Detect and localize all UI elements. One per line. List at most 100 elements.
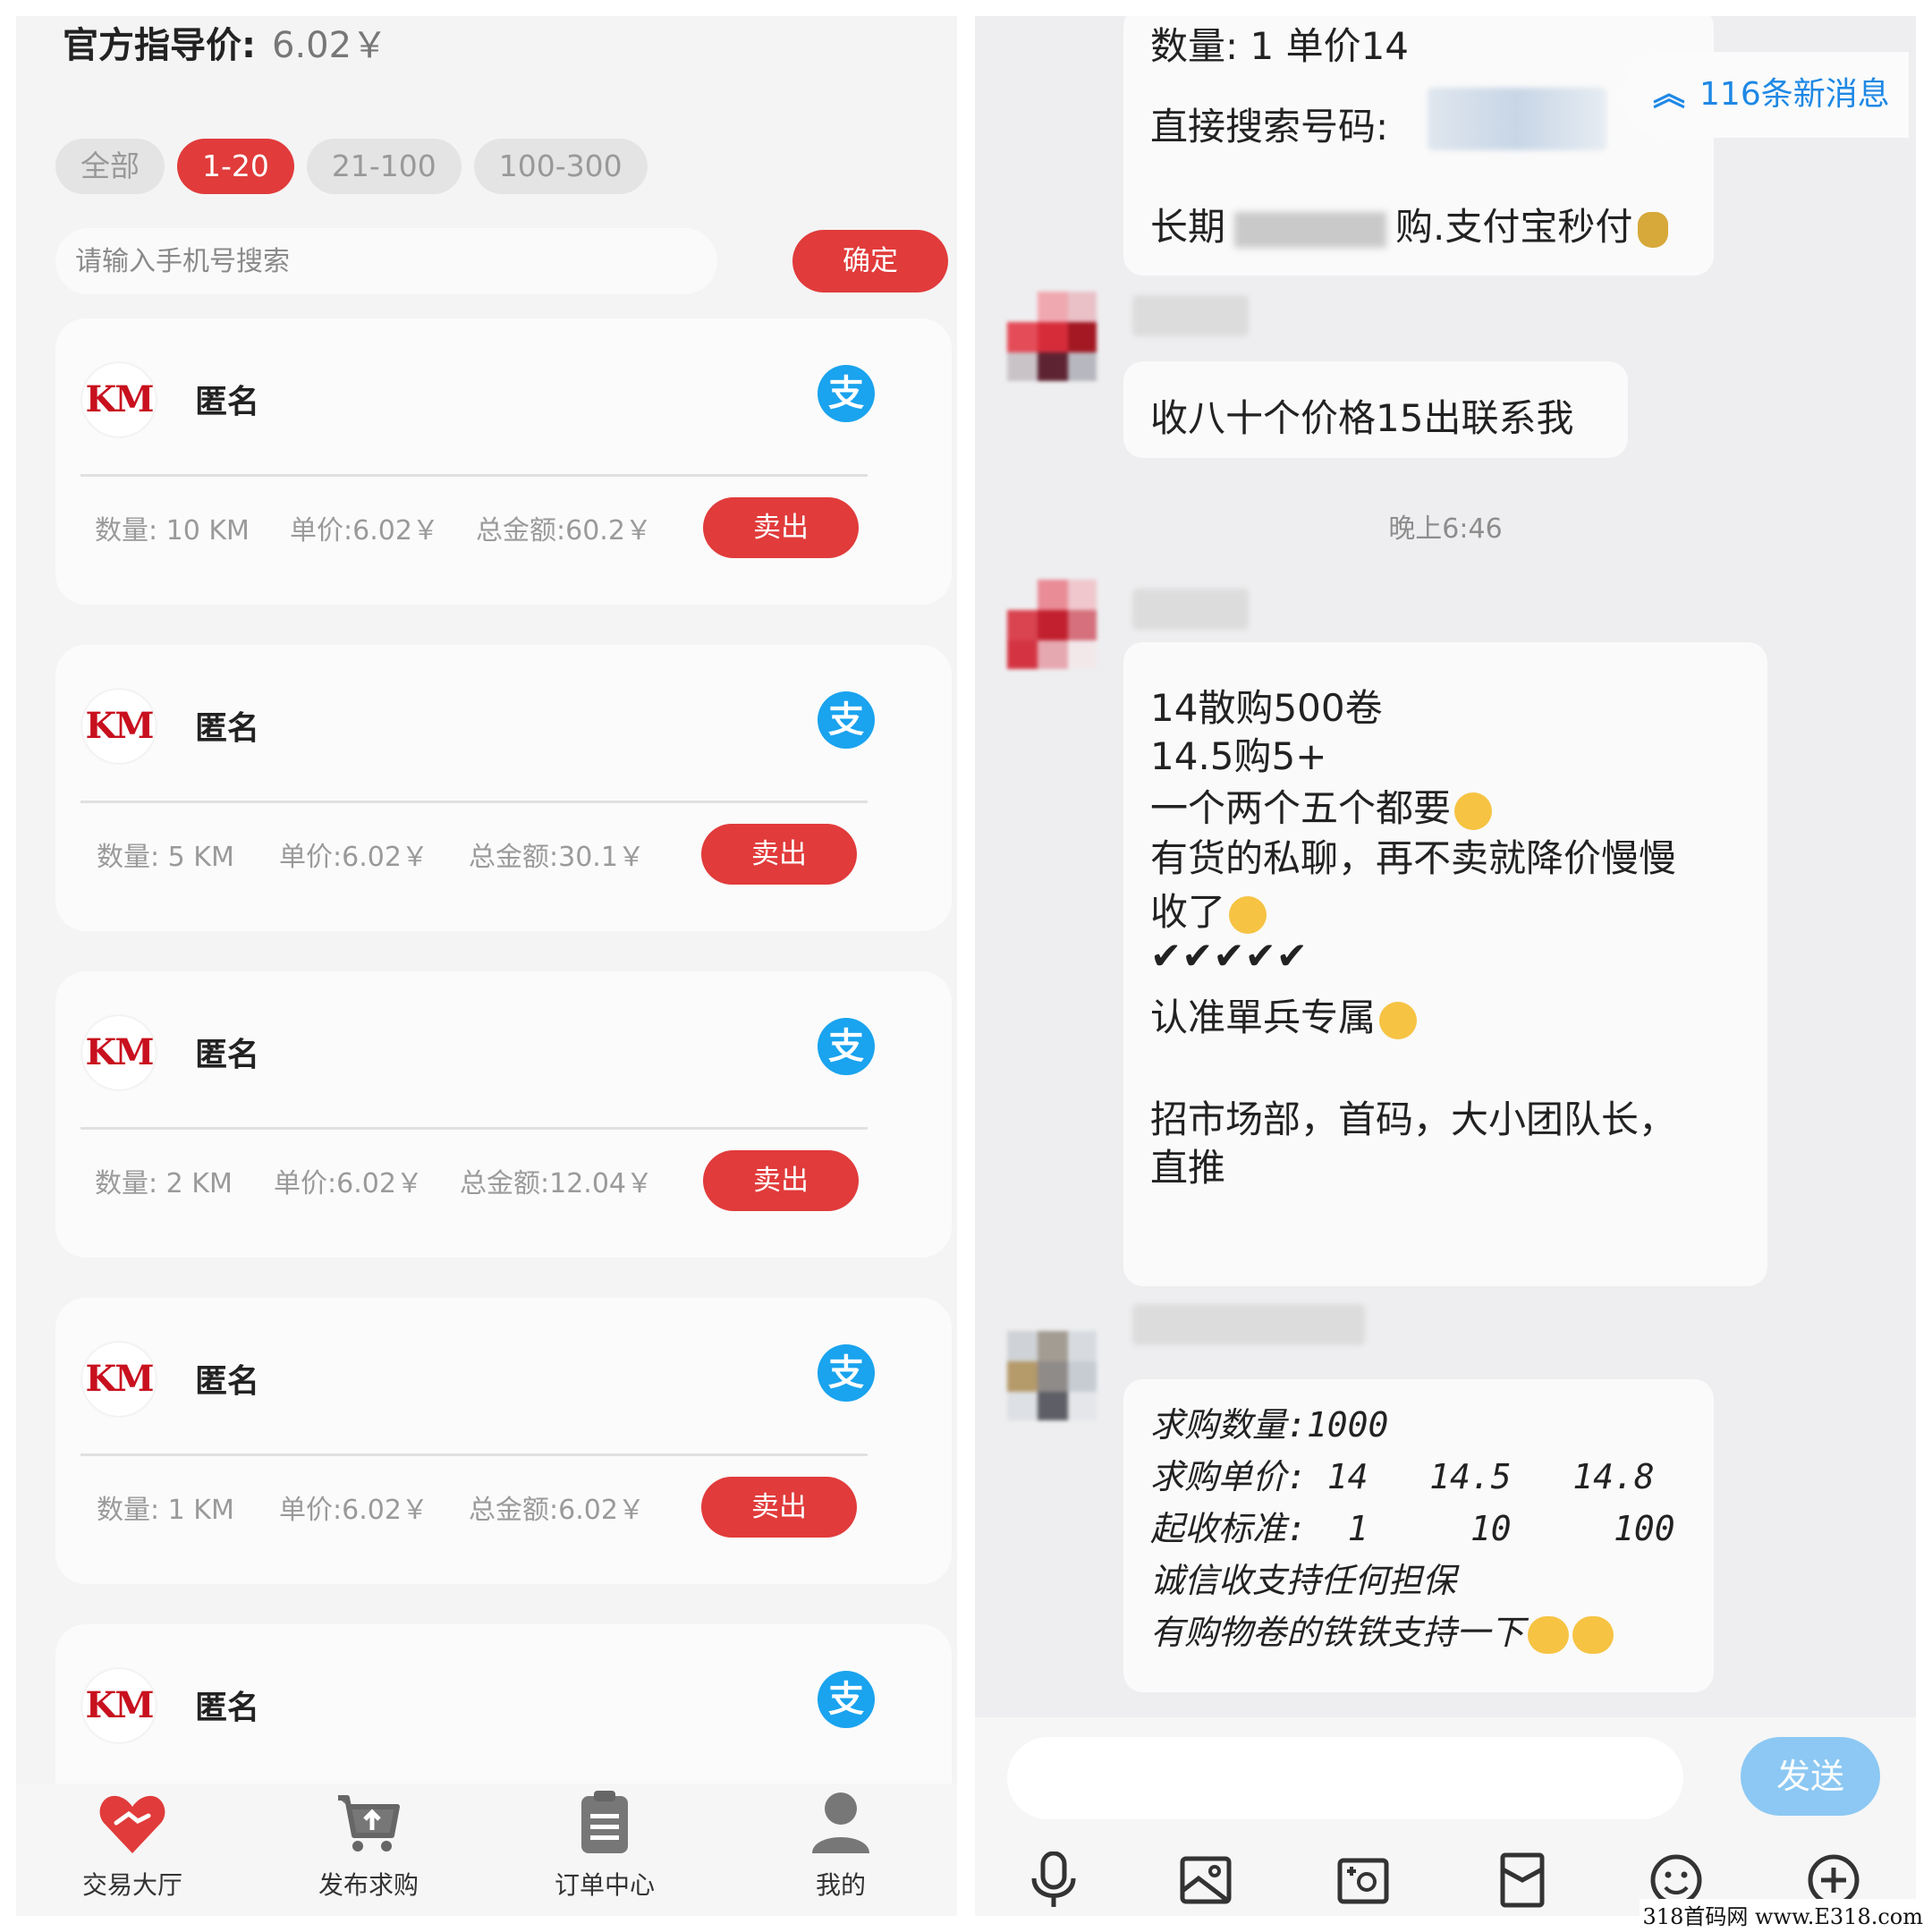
timestamp: 晚上6:46 [1388, 513, 1503, 545]
message-line: 招市场部，首码，大小团队长， [1150, 1097, 1677, 1141]
tab-post-purchase[interactable]: 发布求购 [279, 1791, 458, 1902]
message-line: 有购物卷的铁铁支持一下 [1150, 1605, 1614, 1654]
tab-order-center[interactable]: 订单中心 [515, 1791, 694, 1902]
grin-emoji-icon [1454, 792, 1493, 830]
yawn-emoji-icon [1379, 1001, 1418, 1039]
phone-search-input[interactable] [55, 228, 717, 294]
message-line: 起收标准: 1 10 100 [1150, 1509, 1675, 1548]
km-logo: KM [82, 1343, 156, 1416]
quantity-filter-chips: 全部 1-20 21-100 100-300 [55, 139, 648, 194]
unit-price-text: 单价:6.02￥ [274, 1168, 423, 1199]
unit-price-text: 单价:6.02￥ [290, 515, 439, 547]
guide-price-value: 6.02￥ [272, 25, 388, 66]
total-amount-text: 总金额:6.02￥ [469, 1495, 645, 1526]
tab-label: 我的 [815, 1870, 866, 1900]
trading-hall-screen: 官方指导价: 6.02￥ 全部 1-20 21-100 100-300 确定 KM… [16, 16, 957, 1916]
group-chat-screen: 数量: 1 单价14 直接搜索号码: 长期 购.支付宝秒付 ︽ 116条新消息 收八… [975, 16, 1916, 1916]
message-line: 收了 [1150, 882, 1267, 936]
guide-price-label: 官方指导价: [63, 25, 256, 66]
card-divider [80, 801, 868, 803]
handshake-heart-icon [99, 1795, 165, 1853]
sell-button[interactable]: 卖出 [701, 824, 857, 885]
seller-name: 匿名 [195, 1690, 260, 1726]
message-line: 有货的私聊，再不卖就降价慢慢 [1150, 836, 1677, 880]
money-bag-icon [1638, 211, 1669, 248]
quantity-text: 数量: 5 KM [97, 842, 234, 873]
alipay-icon: 支 [818, 691, 875, 749]
message-input[interactable] [1007, 1737, 1683, 1819]
quantity-text: 数量: 10 KM [95, 515, 250, 547]
seller-name: 匿名 [195, 1037, 260, 1073]
alipay-icon: 支 [818, 1018, 875, 1075]
image-icon[interactable] [1179, 1852, 1233, 1909]
km-logo: KM [82, 1669, 156, 1742]
bottom-tab-bar: 交易大厅 发布求购 订单中心 我的 [16, 1784, 957, 1916]
sell-button[interactable]: 卖出 [701, 1477, 857, 1538]
tab-mine[interactable]: 我的 [751, 1791, 930, 1902]
card-divider [80, 1127, 868, 1130]
red-packet-icon[interactable] [1496, 1852, 1549, 1909]
message-bubble: 求购数量:1000 求购单价: 14 14.5 14.8 起收标准: 1 10 … [1123, 1379, 1714, 1692]
message-line: 求购单价: 14 14.5 14.8 [1150, 1457, 1655, 1496]
message-line: 长期 购.支付宝秒付 [1150, 197, 1669, 251]
quantity-text: 数量: 2 KM [95, 1168, 233, 1199]
seller-name: 匿名 [195, 710, 260, 747]
listing-card: KM 匿名 支 数量: 10 KM 单价:6.02￥ 总金额:60.2￥ 卖出 [55, 318, 952, 605]
redacted-text [1234, 211, 1387, 248]
camera-icon[interactable] [1336, 1852, 1390, 1909]
filter-1-20[interactable]: 1-20 [177, 139, 294, 194]
listing-card: KM 匿名 支 数量: 1 KM 单价:6.02￥ 总金额:6.02￥ 卖出 [55, 1298, 952, 1584]
message-line: 14散购500卷 [1150, 686, 1383, 730]
message-line: 诚信收支持任何担保 [1150, 1561, 1457, 1600]
filter-21-100[interactable]: 21-100 [306, 139, 462, 194]
microphone-icon[interactable] [1027, 1852, 1080, 1909]
alipay-icon: 支 [818, 1344, 875, 1402]
total-amount-text: 总金额:60.2￥ [476, 515, 652, 547]
message-line: 直推 [1150, 1146, 1226, 1190]
new-messages-label: 116条新消息 [1699, 76, 1890, 113]
tab-label: 发布求购 [318, 1870, 419, 1900]
new-messages-indicator[interactable]: ︽ 116条新消息 [1623, 52, 1909, 138]
message-text: 收八十个价格15出联系我 [1150, 396, 1574, 440]
filter-all[interactable]: 全部 [55, 139, 165, 194]
user-icon [812, 1792, 869, 1853]
unit-price-text: 单价:6.02￥ [279, 842, 428, 873]
chat-input-bar: 发送 [975, 1717, 1916, 1916]
watermark: 318首码网 www.E318.com [1639, 1899, 1927, 1930]
alipay-icon: 支 [818, 365, 875, 422]
tab-label: 订单中心 [554, 1870, 655, 1900]
double-chevron-up-icon: ︽ [1653, 76, 1686, 113]
card-divider [80, 474, 868, 477]
tab-trading-hall[interactable]: 交易大厅 [43, 1791, 222, 1902]
message-line: 数量: 1 单价14 [1150, 24, 1410, 68]
message-line: 一个两个五个都要 [1150, 778, 1493, 833]
avatar[interactable] [1007, 292, 1097, 381]
sneeze-emoji-icon [1229, 895, 1267, 934]
km-logo: KM [82, 363, 156, 436]
message-line: ✔✔✔✔✔ [1150, 934, 1308, 978]
redacted-number [1428, 88, 1606, 150]
message-bubble: 收八十个价格15出联系我 [1123, 361, 1628, 458]
card-divider [80, 1453, 868, 1456]
search-row: 确定 [55, 226, 950, 298]
sell-button[interactable]: 卖出 [703, 497, 859, 558]
seller-name: 匿名 [195, 384, 260, 420]
listing-card: KM 匿名 支 数量: 5 KM 单价:6.02￥ 总金额:30.1￥ 卖出 [55, 645, 952, 931]
message-bubble: 数量: 1 单价14 直接搜索号码: 长期 购.支付宝秒付 [1123, 16, 1714, 275]
avatar[interactable] [1007, 1331, 1097, 1420]
confirm-button[interactable]: 确定 [792, 230, 948, 292]
send-button[interactable]: 发送 [1741, 1737, 1880, 1816]
sell-button[interactable]: 卖出 [703, 1150, 859, 1211]
alipay-icon: 支 [818, 1671, 875, 1728]
cart-upload-icon [338, 1795, 400, 1852]
quantity-text: 数量: 1 KM [97, 1495, 234, 1526]
avatar[interactable] [1007, 580, 1097, 669]
total-amount-text: 总金额:12.04￥ [460, 1168, 653, 1199]
filter-100-300[interactable]: 100-300 [473, 139, 648, 194]
seller-name: 匿名 [195, 1363, 260, 1400]
sender-name-redacted [1132, 1304, 1365, 1345]
handshake-emoji-icon [1528, 1615, 1570, 1654]
km-logo: KM [82, 1016, 156, 1089]
message-line: 认准單兵专属 [1150, 987, 1418, 1042]
listing-card: KM 匿名 支 数量: 2 KM 单价:6.02￥ 总金额:12.04￥ 卖出 [55, 971, 952, 1258]
